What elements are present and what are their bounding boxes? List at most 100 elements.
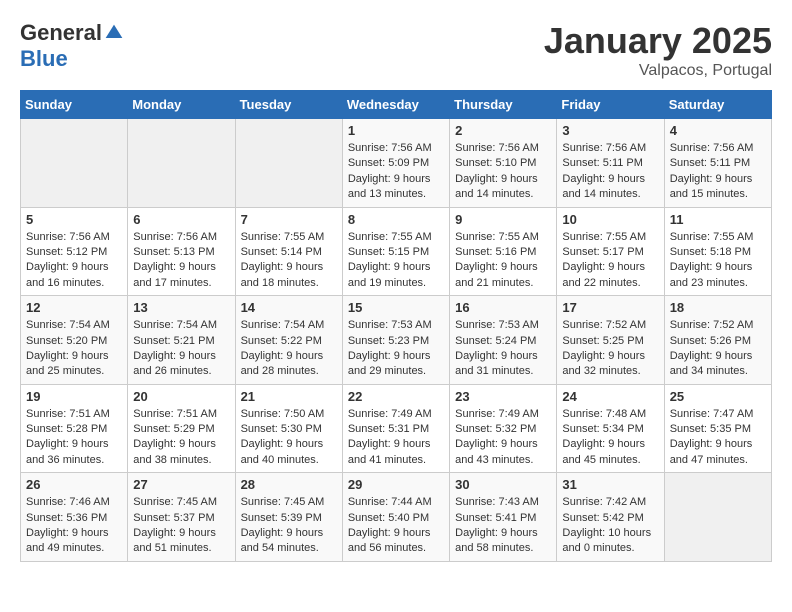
day-number: 3 xyxy=(562,123,658,138)
sunset-text: Sunset: 5:24 PM xyxy=(455,334,551,349)
header-wednesday: Wednesday xyxy=(342,91,449,119)
daylight-text: Daylight: 9 hours and 49 minutes. xyxy=(26,526,122,557)
calendar-cell: 1 Sunrise: 7:56 AMSunset: 5:09 PMDaylight… xyxy=(342,119,449,208)
day-number: 1 xyxy=(348,123,444,138)
day-info: Sunrise: 7:49 AMSunset: 5:32 PMDaylight:… xyxy=(455,407,551,469)
calendar-cell: 18Sunrise: 7:52 AMSunset: 5:26 PMDayligh… xyxy=(664,296,771,385)
day-number: 28 xyxy=(241,477,337,492)
day-number: 22 xyxy=(348,389,444,404)
day-number: 4 xyxy=(670,123,766,138)
day-info: Sunrise: 7:51 AMSunset: 5:29 PMDaylight:… xyxy=(133,407,229,469)
header-row: Sunday Monday Tuesday Wednesday Thursday… xyxy=(21,91,772,119)
sunset-text: Sunset: 5:20 PM xyxy=(26,334,122,349)
day-info: Sunrise: 7:56 AMSunset: 5:09 PMDaylight:… xyxy=(348,141,444,203)
day-info: Sunrise: 7:50 AMSunset: 5:30 PMDaylight:… xyxy=(241,407,337,469)
sunrise-text: Sunrise: 7:56 AM xyxy=(133,230,229,245)
sunrise-text: Sunrise: 7:56 AM xyxy=(348,141,444,156)
calendar-cell: 19 Sunrise: 7:51 AMSunset: 5:28 PMDayligh… xyxy=(21,384,128,473)
daylight-text: Daylight: 9 hours and 17 minutes. xyxy=(133,260,229,291)
daylight-text: Daylight: 9 hours and 31 minutes. xyxy=(455,349,551,380)
calendar-cell: 4 Sunrise: 7:56 AMSunset: 5:11 PMDaylight… xyxy=(664,119,771,208)
day-number: 8 xyxy=(348,212,444,227)
day-info: Sunrise: 7:56 AMSunset: 5:11 PMDaylight:… xyxy=(562,141,658,203)
daylight-text: Daylight: 9 hours and 23 minutes. xyxy=(670,260,766,291)
daylight-text: Daylight: 9 hours and 32 minutes. xyxy=(562,349,658,380)
day-info: Sunrise: 7:53 AMSunset: 5:24 PMDaylight:… xyxy=(455,318,551,380)
calendar-cell: 22Sunrise: 7:49 AMSunset: 5:31 PMDayligh… xyxy=(342,384,449,473)
calendar-week-0: 1Sunrise: 7:56 AMSunset: 5:09 PMDaylight… xyxy=(21,119,772,208)
day-info: Sunrise: 7:52 AMSunset: 5:26 PMDaylight:… xyxy=(670,318,766,380)
day-number: 11 xyxy=(670,212,766,227)
sunset-text: Sunset: 5:12 PM xyxy=(26,245,122,260)
sunset-text: Sunset: 5:36 PM xyxy=(26,511,122,526)
sunset-text: Sunset: 5:15 PM xyxy=(348,245,444,260)
sunrise-text: Sunrise: 7:55 AM xyxy=(241,230,337,245)
calendar-cell: 27Sunrise: 7:45 AMSunset: 5:37 PMDayligh… xyxy=(128,473,235,562)
day-info: Sunrise: 7:56 AMSunset: 5:12 PMDaylight:… xyxy=(26,230,122,292)
sunset-text: Sunset: 5:42 PM xyxy=(562,511,658,526)
day-number: 15 xyxy=(348,300,444,315)
daylight-text: Daylight: 9 hours and 19 minutes. xyxy=(348,260,444,291)
daylight-text: Daylight: 9 hours and 16 minutes. xyxy=(26,260,122,291)
logo-general: General xyxy=(20,20,102,46)
day-number: 6 xyxy=(133,212,229,227)
sunset-text: Sunset: 5:09 PM xyxy=(348,156,444,171)
logo-icon xyxy=(104,23,124,43)
day-info: Sunrise: 7:56 AMSunset: 5:11 PMDaylight:… xyxy=(670,141,766,203)
calendar-cell: 23Sunrise: 7:49 AMSunset: 5:32 PMDayligh… xyxy=(450,384,557,473)
sunrise-text: Sunrise: 7:54 AM xyxy=(26,318,122,333)
sunset-text: Sunset: 5:34 PM xyxy=(562,422,658,437)
day-info: Sunrise: 7:56 AMSunset: 5:13 PMDaylight:… xyxy=(133,230,229,292)
sunset-text: Sunset: 5:18 PM xyxy=(670,245,766,260)
sunset-text: Sunset: 5:30 PM xyxy=(241,422,337,437)
sunset-text: Sunset: 5:39 PM xyxy=(241,511,337,526)
sunrise-text: Sunrise: 7:48 AM xyxy=(562,407,658,422)
day-info: Sunrise: 7:42 AMSunset: 5:42 PMDaylight:… xyxy=(562,495,658,557)
sunrise-text: Sunrise: 7:54 AM xyxy=(133,318,229,333)
day-info: Sunrise: 7:55 AMSunset: 5:17 PMDaylight:… xyxy=(562,230,658,292)
sunset-text: Sunset: 5:16 PM xyxy=(455,245,551,260)
daylight-text: Daylight: 9 hours and 40 minutes. xyxy=(241,437,337,468)
daylight-text: Daylight: 9 hours and 43 minutes. xyxy=(455,437,551,468)
day-info: Sunrise: 7:51 AMSunset: 5:28 PMDaylight:… xyxy=(26,407,122,469)
sunset-text: Sunset: 5:10 PM xyxy=(455,156,551,171)
calendar-cell: 9Sunrise: 7:55 AMSunset: 5:16 PMDaylight… xyxy=(450,207,557,296)
sunrise-text: Sunrise: 7:44 AM xyxy=(348,495,444,510)
day-info: Sunrise: 7:54 AMSunset: 5:22 PMDaylight:… xyxy=(241,318,337,380)
sunrise-text: Sunrise: 7:53 AM xyxy=(348,318,444,333)
calendar-cell: 2Sunrise: 7:56 AMSunset: 5:10 PMDaylight… xyxy=(450,119,557,208)
day-info: Sunrise: 7:53 AMSunset: 5:23 PMDaylight:… xyxy=(348,318,444,380)
daylight-text: Daylight: 9 hours and 41 minutes. xyxy=(348,437,444,468)
day-info: Sunrise: 7:56 AMSunset: 5:10 PMDaylight:… xyxy=(455,141,551,203)
daylight-text: Daylight: 9 hours and 13 minutes. xyxy=(348,172,444,203)
calendar-cell: 6 Sunrise: 7:56 AMSunset: 5:13 PMDaylight… xyxy=(128,207,235,296)
day-number: 16 xyxy=(455,300,551,315)
sunset-text: Sunset: 5:11 PM xyxy=(670,156,766,171)
header-thursday: Thursday xyxy=(450,91,557,119)
day-number: 7 xyxy=(241,212,337,227)
sunset-text: Sunset: 5:40 PM xyxy=(348,511,444,526)
day-number: 29 xyxy=(348,477,444,492)
sunset-text: Sunset: 5:26 PM xyxy=(670,334,766,349)
sunset-text: Sunset: 5:41 PM xyxy=(455,511,551,526)
daylight-text: Daylight: 9 hours and 38 minutes. xyxy=(133,437,229,468)
header-sunday: Sunday xyxy=(21,91,128,119)
calendar-cell: 13Sunrise: 7:54 AMSunset: 5:21 PMDayligh… xyxy=(128,296,235,385)
sunset-text: Sunset: 5:31 PM xyxy=(348,422,444,437)
calendar-cell: 14Sunrise: 7:54 AMSunset: 5:22 PMDayligh… xyxy=(235,296,342,385)
calendar-cell: 16 Sunrise: 7:53 AMSunset: 5:24 PMDayligh… xyxy=(450,296,557,385)
sunrise-text: Sunrise: 7:51 AM xyxy=(26,407,122,422)
day-info: Sunrise: 7:43 AMSunset: 5:41 PMDaylight:… xyxy=(455,495,551,557)
daylight-text: Daylight: 9 hours and 58 minutes. xyxy=(455,526,551,557)
sunset-text: Sunset: 5:23 PM xyxy=(348,334,444,349)
sunset-text: Sunset: 5:28 PM xyxy=(26,422,122,437)
day-number: 19 xyxy=(26,389,122,404)
header-tuesday: Tuesday xyxy=(235,91,342,119)
day-number: 30 xyxy=(455,477,551,492)
sunset-text: Sunset: 5:21 PM xyxy=(133,334,229,349)
sunset-text: Sunset: 5:13 PM xyxy=(133,245,229,260)
daylight-text: Daylight: 9 hours and 34 minutes. xyxy=(670,349,766,380)
sunrise-text: Sunrise: 7:56 AM xyxy=(670,141,766,156)
sunrise-text: Sunrise: 7:49 AM xyxy=(455,407,551,422)
daylight-text: Daylight: 9 hours and 29 minutes. xyxy=(348,349,444,380)
